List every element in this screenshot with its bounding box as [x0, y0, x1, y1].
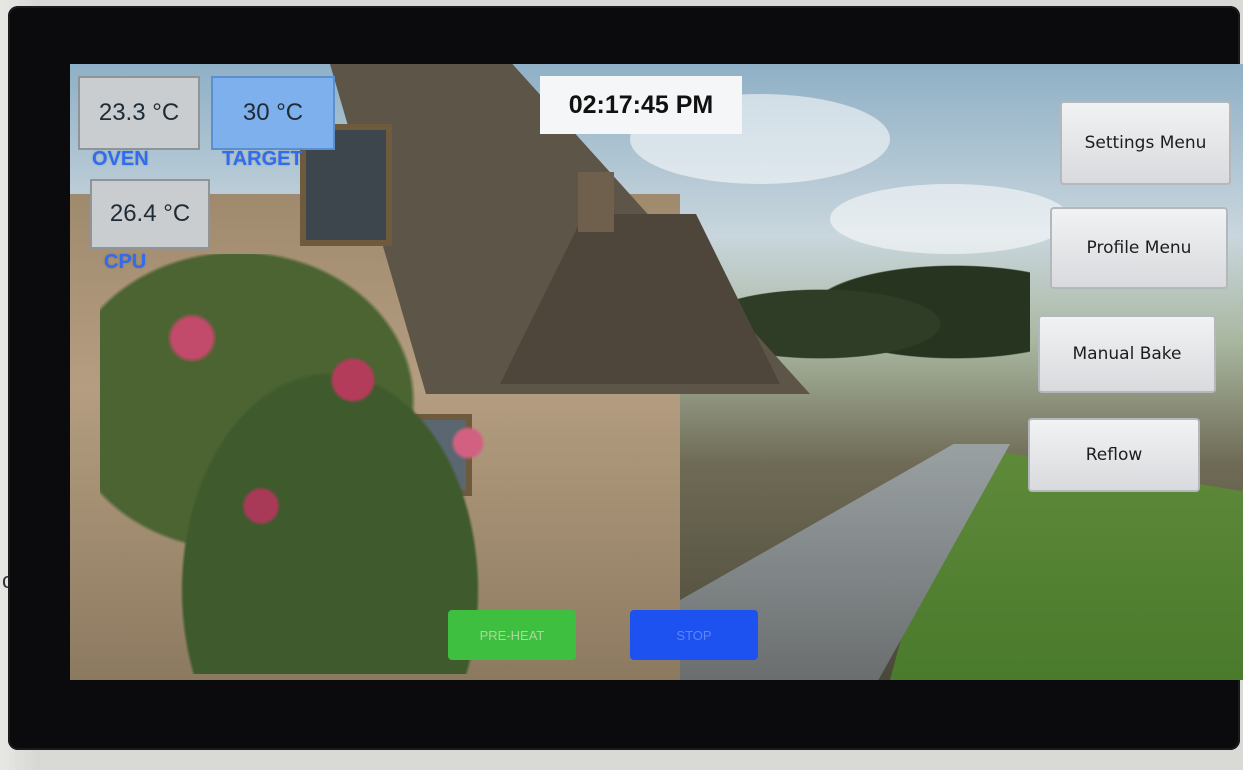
cpu-temp-display: 26.4 °C [90, 179, 210, 249]
settings-menu-button[interactable]: Settings Menu [1060, 101, 1231, 185]
cloud-shape [830, 184, 1070, 254]
preheat-button[interactable]: PRE-HEAT [448, 610, 576, 660]
profile-menu-button[interactable]: Profile Menu [1050, 207, 1228, 289]
target-temp-display: 30 °C [211, 76, 335, 150]
target-label: TARGET [222, 148, 303, 170]
oven-label: OVEN [92, 148, 149, 170]
oven-temp-display: 23.3 °C [78, 76, 200, 150]
manual-bake-button[interactable]: Manual Bake [1038, 315, 1216, 393]
clock-display: 02:17:45 PM [540, 76, 742, 134]
reflow-button[interactable]: Reflow [1028, 418, 1200, 492]
touchscreen: 23.3 °C OVEN 30 °C TARGET 26.4 °C CPU 02… [70, 64, 1243, 680]
stop-button[interactable]: STOP [630, 610, 758, 660]
chimney-shape [578, 172, 614, 232]
cpu-label: CPU [104, 251, 147, 273]
